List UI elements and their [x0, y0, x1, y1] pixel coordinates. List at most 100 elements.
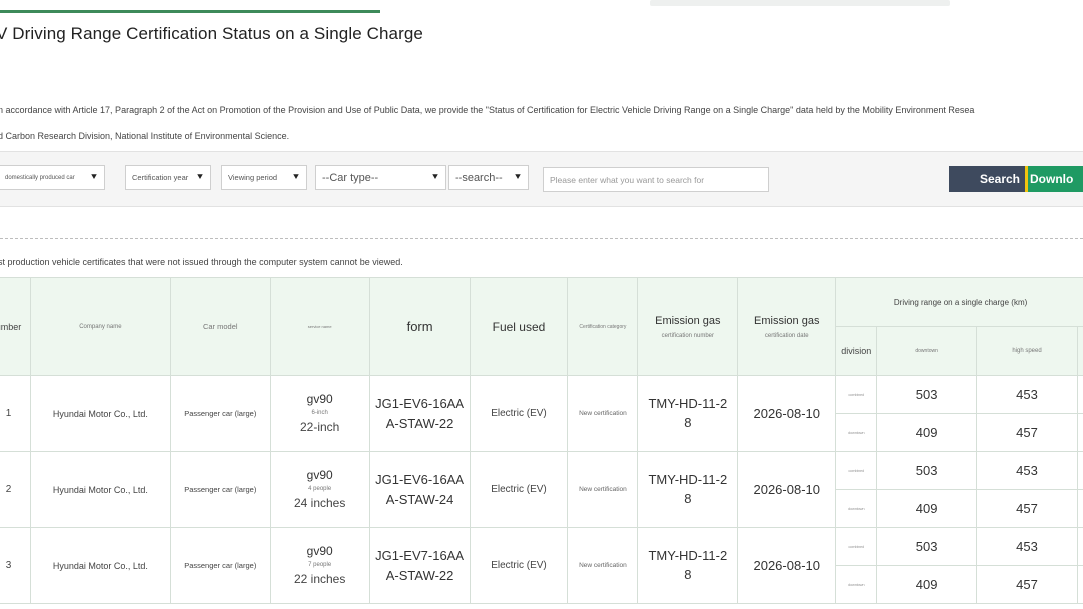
title-accent-line — [0, 10, 380, 13]
cell-extra — [1076, 375, 1083, 414]
cert-year-select-label: Certification year — [132, 173, 189, 182]
cert-number-line-1: TMY-HD-11-2 — [648, 395, 728, 411]
col-emission-date-bottom: certification date — [764, 332, 809, 339]
search-button[interactable]: Search — [949, 166, 1025, 192]
cert-number-line-2: 8 — [684, 566, 692, 582]
table-row: 2 Hyundai Motor Co., Ltd. Passenger car (l… — [0, 451, 1083, 528]
col-form: form — [368, 277, 471, 376]
cell-range-highspeed: 453 — [976, 527, 1078, 566]
cell-cert-date: 2026-08-10 — [737, 527, 837, 604]
cell-category: New certification — [567, 527, 639, 604]
model-sub: 4 people — [308, 485, 332, 492]
certification-table: umber Company name Car model service nam… — [0, 277, 1083, 604]
cell-division: downtown — [835, 489, 878, 528]
top-faint-bar — [650, 0, 950, 6]
cell-range-highspeed: 453 — [976, 451, 1078, 490]
cell-division: downtown — [835, 413, 878, 452]
cell-range-downtown: 503 — [876, 375, 978, 414]
chevron-down-icon: ⯆ — [514, 172, 522, 183]
col-emission-number: Emission gas certification number — [637, 277, 739, 376]
cell-range-highspeed: 453 — [976, 375, 1078, 414]
search-input-placeholder: Please enter what you want to search for — [550, 174, 705, 185]
cell-form: JG1-EV7-16AA A-STAW-22 — [368, 527, 471, 604]
chevron-down-icon: ⯆ — [431, 172, 439, 183]
col-emission-date-top: Emission gas — [754, 314, 820, 327]
model-size: 22-inch — [299, 420, 340, 435]
cell-range-downtown: 409 — [876, 565, 978, 604]
col-range-group: Driving range on a single charge (km) — [835, 277, 1083, 327]
col-cert-category: Certification category — [567, 277, 639, 376]
col-division: division — [835, 326, 878, 376]
cell-car-type: Passenger car (large) — [169, 375, 271, 452]
cell-company: Hyundai Motor Co., Ltd. — [29, 527, 171, 604]
col-downtown: downtown — [876, 326, 978, 376]
cell-model: gv90 7 people 22 inches — [269, 527, 370, 604]
col-car-model: Car model — [169, 277, 271, 376]
cell-cert-number: TMY-HD-11-2 8 — [637, 451, 739, 528]
intro-text: n accordance with Article 17, Paragraph … — [0, 97, 1083, 149]
search-field-select-label: --search-- — [455, 171, 503, 184]
cell-extra — [1076, 565, 1083, 604]
form-line-1: JG1-EV6-16AA — [375, 396, 465, 411]
cell-company: Hyundai Motor Co., Ltd. — [29, 451, 171, 528]
col-company: Company name — [29, 277, 171, 376]
notice-text: st production vehicle certificates that … — [0, 257, 403, 267]
cell-extra — [1076, 413, 1083, 452]
view-period-select-label: Viewing period — [228, 173, 278, 182]
car-type-select[interactable]: --Car type-- ⯆ — [315, 165, 446, 190]
col-extra — [1076, 326, 1083, 376]
download-button[interactable]: Downlo — [1025, 166, 1083, 192]
col-emission-number-top: Emission gas — [655, 314, 721, 327]
car-type-select-label: --Car type-- — [322, 171, 379, 184]
cert-year-select[interactable]: Certification year ⯆ — [125, 165, 211, 190]
cell-category: New certification — [567, 375, 639, 452]
form-line-1: JG1-EV7-16AA — [375, 548, 465, 563]
cell-extra — [1076, 489, 1083, 528]
top-bar — [0, 0, 1083, 14]
filter-bar: domestically produced car ⯆ Certificatio… — [0, 151, 1083, 207]
cell-model: gv90 6-inch 22-inch — [269, 375, 370, 452]
search-field-select[interactable]: --search-- ⯆ — [448, 165, 529, 190]
form-line-2: A-STAW-22 — [385, 567, 454, 583]
col-number: umber — [0, 277, 31, 376]
search-input[interactable]: Please enter what you want to search for — [543, 167, 769, 192]
cert-number-line-2: 8 — [684, 414, 692, 430]
model-name: gv90 — [306, 543, 333, 558]
chevron-down-icon: ⯆ — [90, 172, 98, 183]
form-line-1: JG1-EV6-16AA — [375, 472, 465, 487]
cell-model: gv90 4 people 24 inches — [269, 451, 370, 528]
table-row: 1 Hyundai Motor Co., Ltd. Passenger car (l… — [0, 375, 1083, 452]
view-period-select[interactable]: Viewing period ⯆ — [221, 165, 307, 190]
chevron-down-icon: ⯆ — [292, 172, 300, 183]
cell-fuel: Electric (EV) — [469, 527, 569, 604]
cert-number-line-2: 8 — [684, 490, 692, 506]
cell-cert-date: 2026-08-10 — [737, 451, 837, 528]
chevron-down-icon: ⯆ — [196, 172, 204, 183]
origin-select[interactable]: domestically produced car ⯆ — [0, 165, 105, 190]
cell-cert-date: 2026-08-10 — [737, 375, 837, 452]
cell-company: Hyundai Motor Co., Ltd. — [29, 375, 171, 452]
col-fuel: Fuel used — [469, 277, 569, 376]
cell-range-downtown: 409 — [876, 489, 978, 528]
cell-range-downtown: 503 — [876, 451, 978, 490]
cell-car-type: Passenger car (large) — [169, 527, 271, 604]
model-name: gv90 — [306, 391, 333, 406]
col-highspeed: high speed — [976, 326, 1078, 376]
cell-division: combined — [835, 527, 878, 566]
cell-division: combined — [835, 451, 878, 490]
model-sub: 7 people — [308, 561, 332, 568]
cert-number-line-1: TMY-HD-11-2 — [648, 471, 728, 487]
cell-cert-number: TMY-HD-11-2 8 — [637, 527, 739, 604]
form-line-2: A-STAW-22 — [385, 415, 454, 431]
cell-fuel: Electric (EV) — [469, 451, 569, 528]
cell-car-type: Passenger car (large) — [169, 451, 271, 528]
col-service-name: service name — [269, 277, 370, 376]
certification-table-wrap: umber Company name Car model service nam… — [0, 277, 1083, 609]
cell-number: 2 — [0, 451, 31, 528]
page-title: V Driving Range Certification Status on … — [0, 24, 423, 43]
cert-number-line-1: TMY-HD-11-2 — [648, 547, 728, 563]
form-line-2: A-STAW-24 — [385, 491, 454, 507]
cell-form: JG1-EV6-16AA A-STAW-22 — [368, 375, 471, 452]
cell-division: combined — [835, 375, 878, 414]
dashed-divider — [0, 238, 1083, 239]
